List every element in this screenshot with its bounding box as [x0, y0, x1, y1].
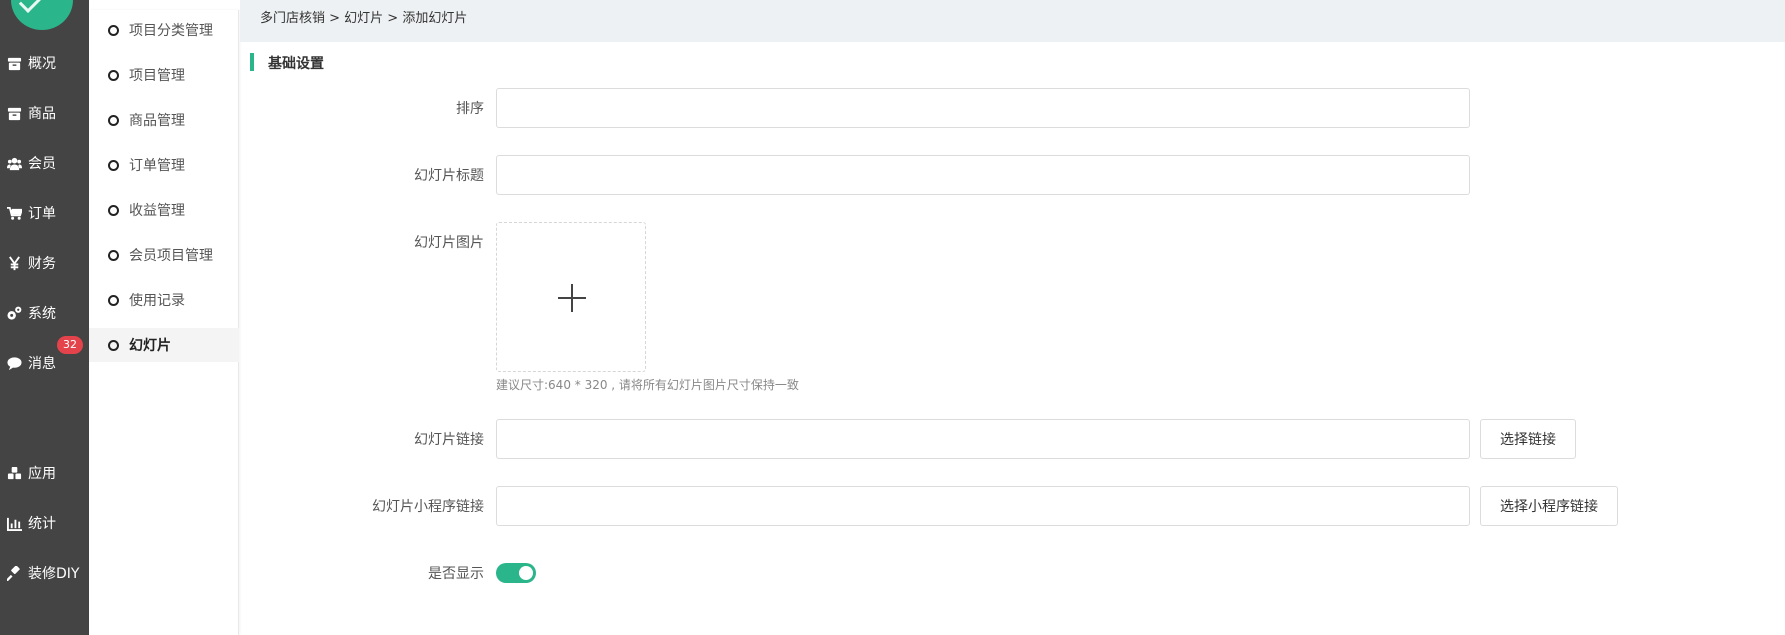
show-toggle-label: 是否显示	[428, 566, 484, 582]
image-size-hint: 建议尺寸:640 * 320 , 请将所有幻灯片图片尺寸保持一致	[496, 378, 799, 392]
breadcrumb: 多门店核销 > 幻灯片 > 添加幻灯片	[260, 11, 468, 26]
sub-nav-item-label: 商品管理	[129, 113, 185, 129]
nav-item-label: 订单	[28, 206, 56, 222]
select-link-button[interactable]: 选择链接	[1480, 419, 1576, 459]
circle-icon	[108, 24, 119, 36]
sub-nav-item-orders[interactable]: 订单管理	[89, 148, 239, 182]
sort-input[interactable]	[496, 88, 1470, 128]
slide-title-label: 幻灯片标题	[414, 168, 484, 184]
sub-nav-item-usage-records[interactable]: 使用记录	[89, 283, 239, 317]
mini-program-link-label: 幻灯片小程序链接	[372, 499, 484, 515]
archive-icon	[6, 105, 22, 121]
nav-item-label: 商品	[28, 106, 56, 122]
breadcrumb-bar	[240, 0, 1785, 42]
cart-icon	[6, 205, 22, 221]
sub-nav-item-label: 收益管理	[129, 203, 185, 219]
sub-nav: 项目分类管理 项目管理 商品管理 订单管理 收益管理 会员项目管理 使用记录 幻…	[89, 10, 239, 635]
gavel-icon	[6, 565, 22, 581]
sub-nav-item-earnings[interactable]: 收益管理	[89, 193, 239, 227]
nav-item-label: 统计	[28, 516, 56, 532]
nav-item-apps[interactable]: 应用	[0, 458, 89, 488]
circle-icon	[108, 114, 119, 126]
nav-item-goods[interactable]: 商品	[0, 98, 89, 128]
show-toggle-switch[interactable]	[496, 563, 536, 583]
message-count-badge: 32	[57, 336, 83, 354]
sort-label: 排序	[456, 101, 484, 117]
yen-icon	[6, 255, 22, 271]
sub-nav-item-member-projects[interactable]: 会员项目管理	[89, 238, 239, 272]
bar-chart-icon	[6, 515, 22, 531]
section-accent-bar	[250, 53, 254, 71]
sub-nav-item-label: 会员项目管理	[129, 248, 213, 264]
nav-item-overview[interactable]: 概况	[0, 48, 89, 78]
image-upload-box[interactable]	[496, 222, 646, 372]
section-title: 基础设置	[268, 56, 324, 72]
sub-nav-item-project-category[interactable]: 项目分类管理	[89, 13, 239, 47]
sub-nav-item-projects[interactable]: 项目管理	[89, 58, 239, 92]
nav-item-finance[interactable]: 财务	[0, 248, 89, 278]
main-nav: 概况 商品 会员 订单 财务 系统 消息 32 应用 统计 装修DIY	[0, 0, 89, 635]
nav-item-orders[interactable]: 订单	[0, 198, 89, 228]
sub-nav-item-label: 项目管理	[129, 68, 185, 84]
nav-item-diy[interactable]: 装修DIY	[0, 558, 89, 588]
users-icon	[6, 155, 22, 171]
sub-nav-item-slides[interactable]: 幻灯片	[89, 328, 239, 362]
nav-item-label: 装修DIY	[28, 566, 80, 582]
plus-icon-vertical	[571, 284, 573, 312]
nav-item-label: 应用	[28, 466, 56, 482]
nav-item-label: 财务	[28, 256, 56, 272]
sub-nav-item-label: 订单管理	[129, 158, 185, 174]
slide-image-label: 幻灯片图片	[414, 235, 484, 251]
nav-item-label: 系统	[28, 306, 56, 322]
slide-link-label: 幻灯片链接	[414, 432, 484, 448]
nav-item-stats[interactable]: 统计	[0, 508, 89, 538]
comment-icon	[6, 355, 22, 371]
cubes-icon	[6, 465, 22, 481]
circle-icon	[108, 249, 119, 261]
circle-icon	[108, 294, 119, 306]
circle-icon	[108, 159, 119, 171]
select-mini-program-link-button[interactable]: 选择小程序链接	[1480, 486, 1618, 526]
gears-icon	[6, 305, 22, 321]
nav-item-members[interactable]: 会员	[0, 148, 89, 178]
mini-program-link-input[interactable]	[496, 486, 1470, 526]
sub-nav-item-label: 使用记录	[129, 293, 185, 309]
toggle-knob	[519, 566, 533, 580]
sub-nav-item-label: 幻灯片	[129, 338, 171, 354]
nav-item-system[interactable]: 系统	[0, 298, 89, 328]
slide-link-input[interactable]	[496, 419, 1470, 459]
circle-icon	[108, 339, 119, 351]
nav-item-label: 概况	[28, 56, 56, 72]
archive-icon	[6, 55, 22, 71]
sub-nav-item-label: 项目分类管理	[129, 23, 213, 39]
app-logo[interactable]	[11, 0, 73, 30]
nav-item-label: 消息	[28, 356, 56, 372]
circle-icon	[108, 69, 119, 81]
slide-title-input[interactable]	[496, 155, 1470, 195]
sub-nav-item-goods[interactable]: 商品管理	[89, 103, 239, 137]
nav-item-label: 会员	[28, 156, 56, 172]
circle-icon	[108, 204, 119, 216]
